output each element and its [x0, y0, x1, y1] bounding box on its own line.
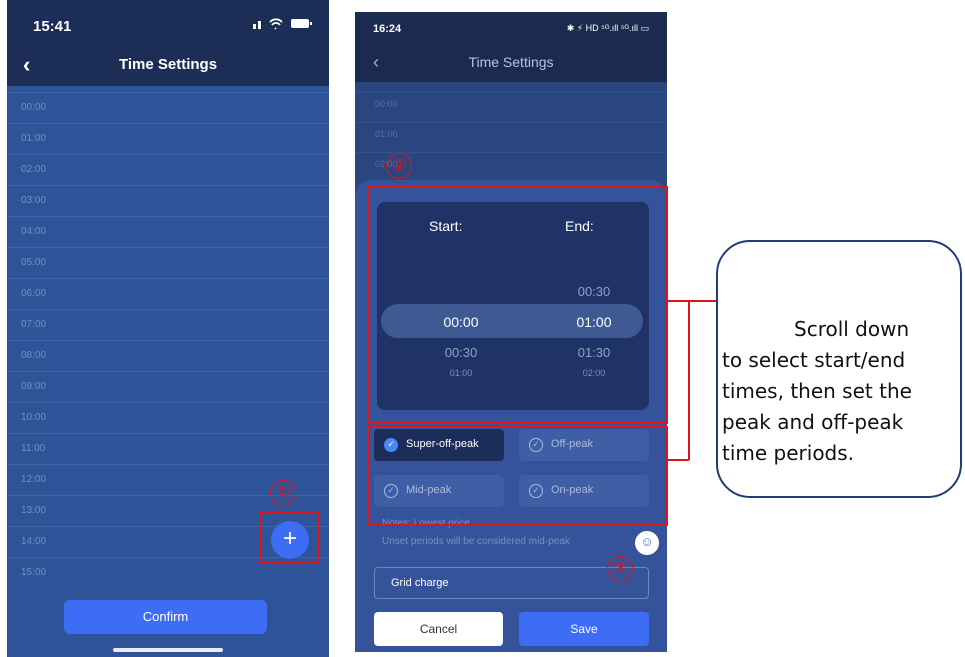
- callout-bubble: Scroll down to select start/end times, t…: [716, 240, 962, 498]
- connector-line: [668, 300, 716, 302]
- page-title: Time Settings: [118, 56, 218, 73]
- timeline-row: 00:00: [355, 92, 667, 109]
- timeline-row: 07:00: [7, 309, 329, 340]
- timeline-row: 02:00: [7, 154, 329, 185]
- support-agent-icon[interactable]: ☺: [635, 531, 659, 555]
- home-indicator: [113, 648, 223, 652]
- save-button[interactable]: Save: [519, 612, 649, 646]
- step-marker-3: ③: [607, 556, 633, 582]
- canvas: 15:41 ‹ Time Settings 00:00 01:00 02:00 …: [0, 0, 965, 657]
- signal-wifi-battery-icon: [253, 18, 312, 30]
- status-bar: 15:41: [7, 0, 329, 42]
- status-icons: [253, 16, 313, 33]
- step-marker-2: ②: [386, 153, 412, 179]
- nav-bar: ‹ Time Settings: [355, 52, 667, 76]
- timeline-row: 03:00: [7, 185, 329, 216]
- timeline-row: 11:00: [7, 433, 329, 464]
- timeline-row: 08:00: [7, 340, 329, 371]
- timeline-row: 06:00: [7, 278, 329, 309]
- timeline-row: 09:00: [7, 371, 329, 402]
- timeline-row: 01:00: [355, 122, 667, 139]
- timeline-row: 04:00: [7, 216, 329, 247]
- status-icons: ✱ ⚡ HD ⁵ᴳ.ıll ⁵ᴳ.ıll ▭: [566, 23, 649, 33]
- page-title: Time Settings: [468, 54, 554, 70]
- confirm-button[interactable]: Confirm: [64, 600, 267, 634]
- highlight-box-picker: [368, 186, 668, 424]
- timeline-row: 00:00: [7, 92, 329, 123]
- highlight-box-periods: [368, 426, 668, 526]
- highlight-box-add: [259, 511, 319, 563]
- note-text: Unset periods will be considered mid-pea…: [382, 536, 570, 547]
- connector-line: [688, 300, 690, 460]
- timeline-row: 10:00: [7, 402, 329, 433]
- connector-line: [668, 459, 689, 461]
- step-marker-1: ①: [270, 480, 296, 506]
- status-time: 15:41: [33, 18, 72, 35]
- status-time: 16:24: [373, 23, 402, 35]
- timeline-row: 05:00: [7, 247, 329, 278]
- callout-text: Scroll down to select start/end times, t…: [722, 317, 912, 465]
- cancel-button[interactable]: Cancel: [374, 612, 503, 646]
- nav-bar: ‹ Time Settings: [7, 50, 329, 78]
- timeline-row: 01:00: [7, 123, 329, 154]
